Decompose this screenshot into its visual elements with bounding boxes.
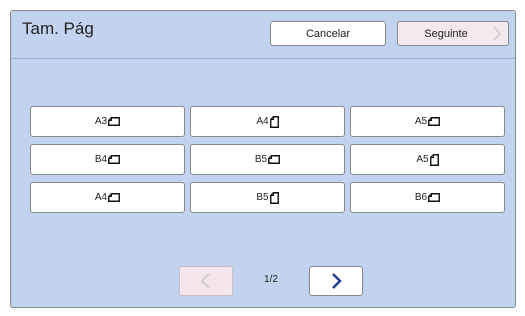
size-button-a5-landscape[interactable]: A5 [350,106,505,137]
portrait-sheet-icon [429,153,439,166]
landscape-sheet-icon [428,193,441,202]
cancel-button[interactable]: Cancelar [270,21,386,46]
pagination: 1/2 [11,266,515,296]
portrait-sheet-icon [269,191,279,204]
size-label: A4 [94,192,108,203]
size-button-b5-landscape[interactable]: B5 [190,144,345,175]
landscape-sheet-icon [108,155,121,164]
size-button-b6-landscape[interactable]: B6 [350,182,505,213]
chevron-left-icon [200,273,210,289]
header-divider [11,58,515,59]
size-label: A5 [416,154,429,165]
size-button-a3-landscape[interactable]: A3 [30,106,185,137]
size-label: A5 [414,116,428,127]
page-size-dialog: Tam. Pág Cancelar Seguinte A3 A4 A5 B4 B… [10,10,516,308]
size-button-a5-portrait[interactable]: A5 [350,144,505,175]
size-label: B4 [94,154,108,165]
size-label: A4 [256,116,269,127]
page-indicator: 1/2 [264,274,278,285]
page-title: Tam. Pág [22,19,94,38]
next-button-label: Seguinte [424,27,468,40]
next-page-button[interactable] [309,266,363,296]
landscape-sheet-icon [108,193,121,202]
portrait-sheet-icon [269,115,279,128]
size-button-a4-portrait[interactable]: A4 [190,106,345,137]
size-label: B5 [256,192,269,203]
size-button-a4-landscape[interactable]: A4 [30,182,185,213]
size-label: A3 [94,116,108,127]
cancel-button-label: Cancelar [305,27,351,40]
next-button[interactable]: Seguinte [397,21,509,46]
landscape-sheet-icon [108,117,121,126]
size-label: B5 [254,154,268,165]
size-button-b4-landscape[interactable]: B4 [30,144,185,175]
landscape-sheet-icon [268,155,281,164]
previous-page-button[interactable] [179,266,233,296]
chevron-right-icon [492,26,502,44]
landscape-sheet-icon [428,117,441,126]
size-label: B6 [414,192,428,203]
chevron-right-icon [332,273,342,289]
dialog-header: Tam. Pág Cancelar Seguinte [11,11,515,55]
size-button-b5-portrait[interactable]: B5 [190,182,345,213]
